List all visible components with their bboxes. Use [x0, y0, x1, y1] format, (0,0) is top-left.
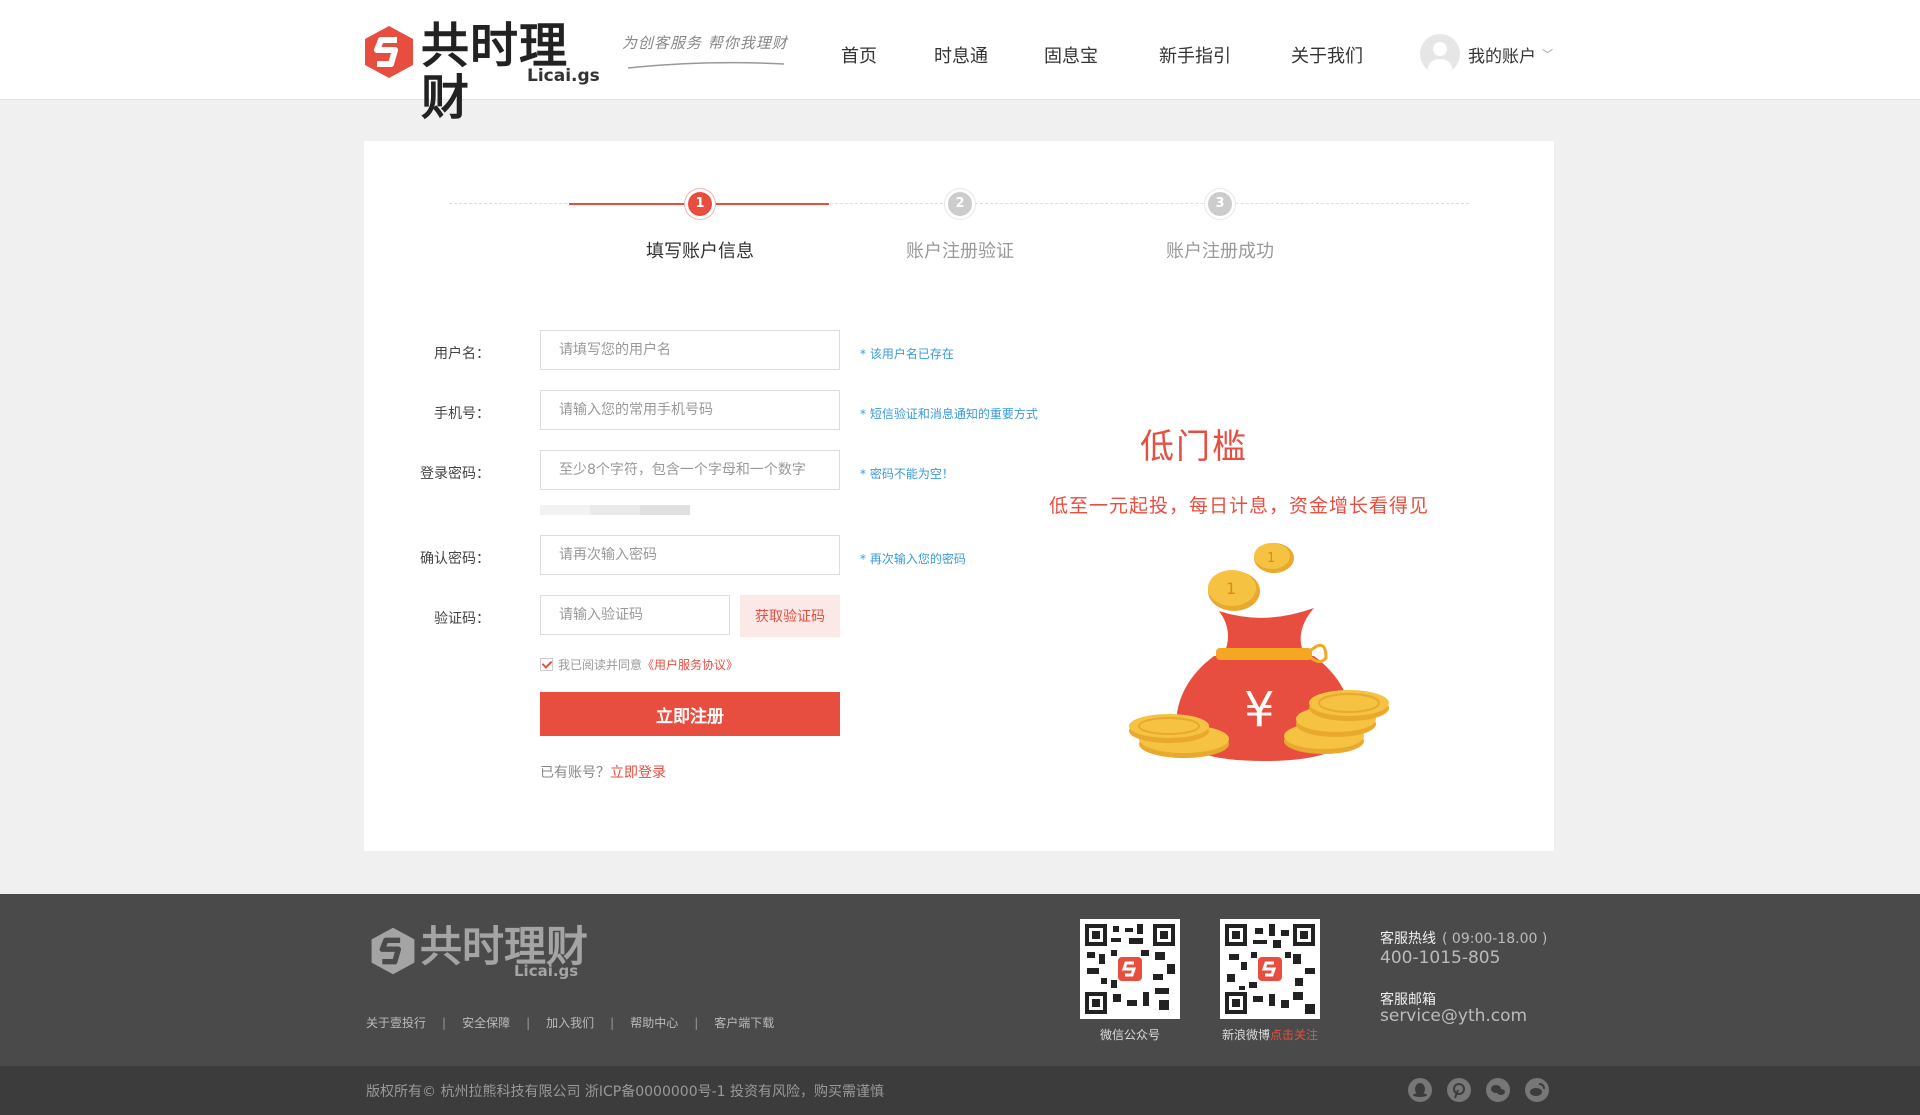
- footer-link-download[interactable]: 客户端下载: [714, 1014, 774, 1031]
- wechat-qr-code: [1080, 919, 1180, 1019]
- money-bag-illustration: 1 1 ¥: [1129, 543, 1389, 761]
- confirm-password-hint: * 再次输入您的密码: [860, 552, 966, 566]
- weibo-label-text: 新浪微博: [1221, 1028, 1270, 1042]
- phone-hint: * 短信验证和消息通知的重要方式: [860, 407, 1038, 421]
- hotline-number: 400-1015-805: [1380, 948, 1501, 968]
- agreement-link[interactable]: 《用户服务协议》: [642, 656, 738, 673]
- nav-guide[interactable]: 新手指引: [1159, 42, 1231, 68]
- register-card: 1 2 3 填写账户信息 账户注册验证 账户注册成功 用户名： * 该用户名已存…: [364, 141, 1554, 851]
- header: 共时理财 Licai.gs 为创客服务 帮你我理财 首页 时息通 固息宝 新手指…: [0, 0, 1920, 124]
- nav-guxibao[interactable]: 固息宝: [1044, 42, 1098, 68]
- step-1-label: 填写账户信息: [646, 241, 754, 262]
- bottom-bar: 版权所有© 杭州拉熊科技有限公司 浙ICP备0000000号-1 投资有风险，购…: [0, 1066, 1920, 1115]
- slogan-underline: [627, 61, 785, 69]
- footer-link-about[interactable]: 关于壹投行: [366, 1014, 426, 1031]
- qq-icon[interactable]: [1408, 1078, 1432, 1102]
- footer-logo-sub: Licai.gs: [514, 962, 579, 980]
- password-label: 登录密码：: [420, 466, 490, 482]
- svg-text:1: 1: [1267, 551, 1275, 566]
- slogan: 为创客服务 帮你我理财: [622, 34, 788, 52]
- hotline-title-text: 客服热线: [1380, 931, 1436, 947]
- agree-checkbox[interactable]: [540, 658, 553, 671]
- phone-input[interactable]: [540, 390, 840, 430]
- step-3-number: 3: [1208, 192, 1232, 216]
- logo-sub: Licai.gs: [527, 66, 600, 86]
- logo[interactable]: 共时理财 Licai.gs: [361, 20, 603, 124]
- svg-text:¥: ¥: [1244, 682, 1275, 738]
- email-address[interactable]: service@yth.com: [1380, 1006, 1527, 1026]
- avatar-icon: [1420, 34, 1460, 74]
- password-strength-meter: [540, 505, 690, 515]
- step-3-label: 账户注册成功: [1166, 241, 1274, 262]
- captcha-input[interactable]: [540, 595, 730, 635]
- password-hint: * 密码不能为空！: [860, 467, 954, 481]
- account-menu[interactable]: 我的账户 ﹀: [1420, 34, 1553, 74]
- promo-title: 低门槛: [1140, 427, 1248, 467]
- weibo-qr-code: [1220, 919, 1320, 1019]
- step-2-label: 账户注册验证: [906, 241, 1014, 262]
- footer-link-separator: |: [694, 1015, 699, 1030]
- confirm-password-label: 确认密码：: [420, 551, 490, 567]
- nav-home[interactable]: 首页: [841, 42, 877, 68]
- account-label: 我的账户: [1468, 46, 1536, 67]
- agree-text: 我已阅读并同意: [558, 658, 643, 672]
- footer-links: 关于壹投行 | 安全保障 | 加入我们 | 帮助中心 | 客户端下载: [366, 1014, 774, 1031]
- register-button[interactable]: 立即注册: [540, 692, 840, 736]
- copyright: 版权所有© 杭州拉熊科技有限公司 浙ICP备0000000号-1 投资有风险，购…: [366, 1084, 885, 1100]
- phone-label: 手机号：: [434, 406, 490, 422]
- footer-link-separator: |: [442, 1015, 447, 1030]
- nav-about[interactable]: 关于我们: [1291, 42, 1363, 68]
- username-hint: * 该用户名已存在: [860, 347, 954, 361]
- agreement-row: 我已阅读并同意 《用户服务协议》: [540, 656, 738, 673]
- weibo-qr-label: 新浪微博点击关注: [1210, 1026, 1330, 1043]
- nav-shixitong[interactable]: 时息通: [934, 42, 988, 68]
- wechat-qr-label: 微信公众号: [1099, 1028, 1160, 1042]
- coin-icon: 1: [1208, 570, 1260, 611]
- captcha-label: 验证码：: [434, 611, 490, 627]
- footer: 共时理财 Licai.gs 关于壹投行 | 安全保障 | 加入我们 | 帮助中心…: [0, 894, 1920, 1066]
- footer-link-separator: |: [610, 1015, 615, 1030]
- get-code-button[interactable]: 获取验证码: [740, 595, 840, 637]
- login-link[interactable]: 立即登录: [610, 765, 666, 781]
- wechat-icon[interactable]: [1486, 1078, 1510, 1102]
- weibo-icon[interactable]: [1525, 1078, 1549, 1102]
- chevron-down-icon: ﹀: [1542, 48, 1553, 61]
- footer-link-join[interactable]: 加入我们: [546, 1014, 594, 1031]
- login-prompt: 已有账号？立即登录: [540, 762, 666, 782]
- footer-logo-mark-icon: [371, 927, 415, 975]
- coin-icon: 1: [1254, 543, 1294, 573]
- pinterest-icon[interactable]: [1447, 1078, 1471, 1102]
- username-input[interactable]: [540, 330, 840, 370]
- step-2-number: 2: [948, 192, 972, 216]
- svg-text:1: 1: [1226, 579, 1236, 598]
- weibo-follow-link[interactable]: 点击关注: [1270, 1028, 1318, 1042]
- password-input[interactable]: [540, 450, 840, 490]
- footer-link-separator: |: [526, 1015, 531, 1030]
- footer-link-security[interactable]: 安全保障: [462, 1014, 510, 1031]
- hotline-hours: ( 09:00-18.00 ): [1442, 931, 1548, 947]
- footer-link-help[interactable]: 帮助中心: [630, 1014, 678, 1031]
- has-account-text: 已有账号？: [540, 765, 610, 781]
- username-label: 用户名：: [434, 346, 490, 362]
- step-1-number: 1: [688, 192, 712, 216]
- promo-subtitle: 低至一元起投，每日计息，资金增长看得见: [1049, 495, 1430, 517]
- confirm-password-input[interactable]: [540, 535, 840, 575]
- logo-mark-icon: [365, 26, 413, 78]
- hotline-title: 客服热线 ( 09:00-18.00 ): [1380, 928, 1547, 948]
- footer-logo[interactable]: 共时理财 Licai.gs: [368, 924, 588, 980]
